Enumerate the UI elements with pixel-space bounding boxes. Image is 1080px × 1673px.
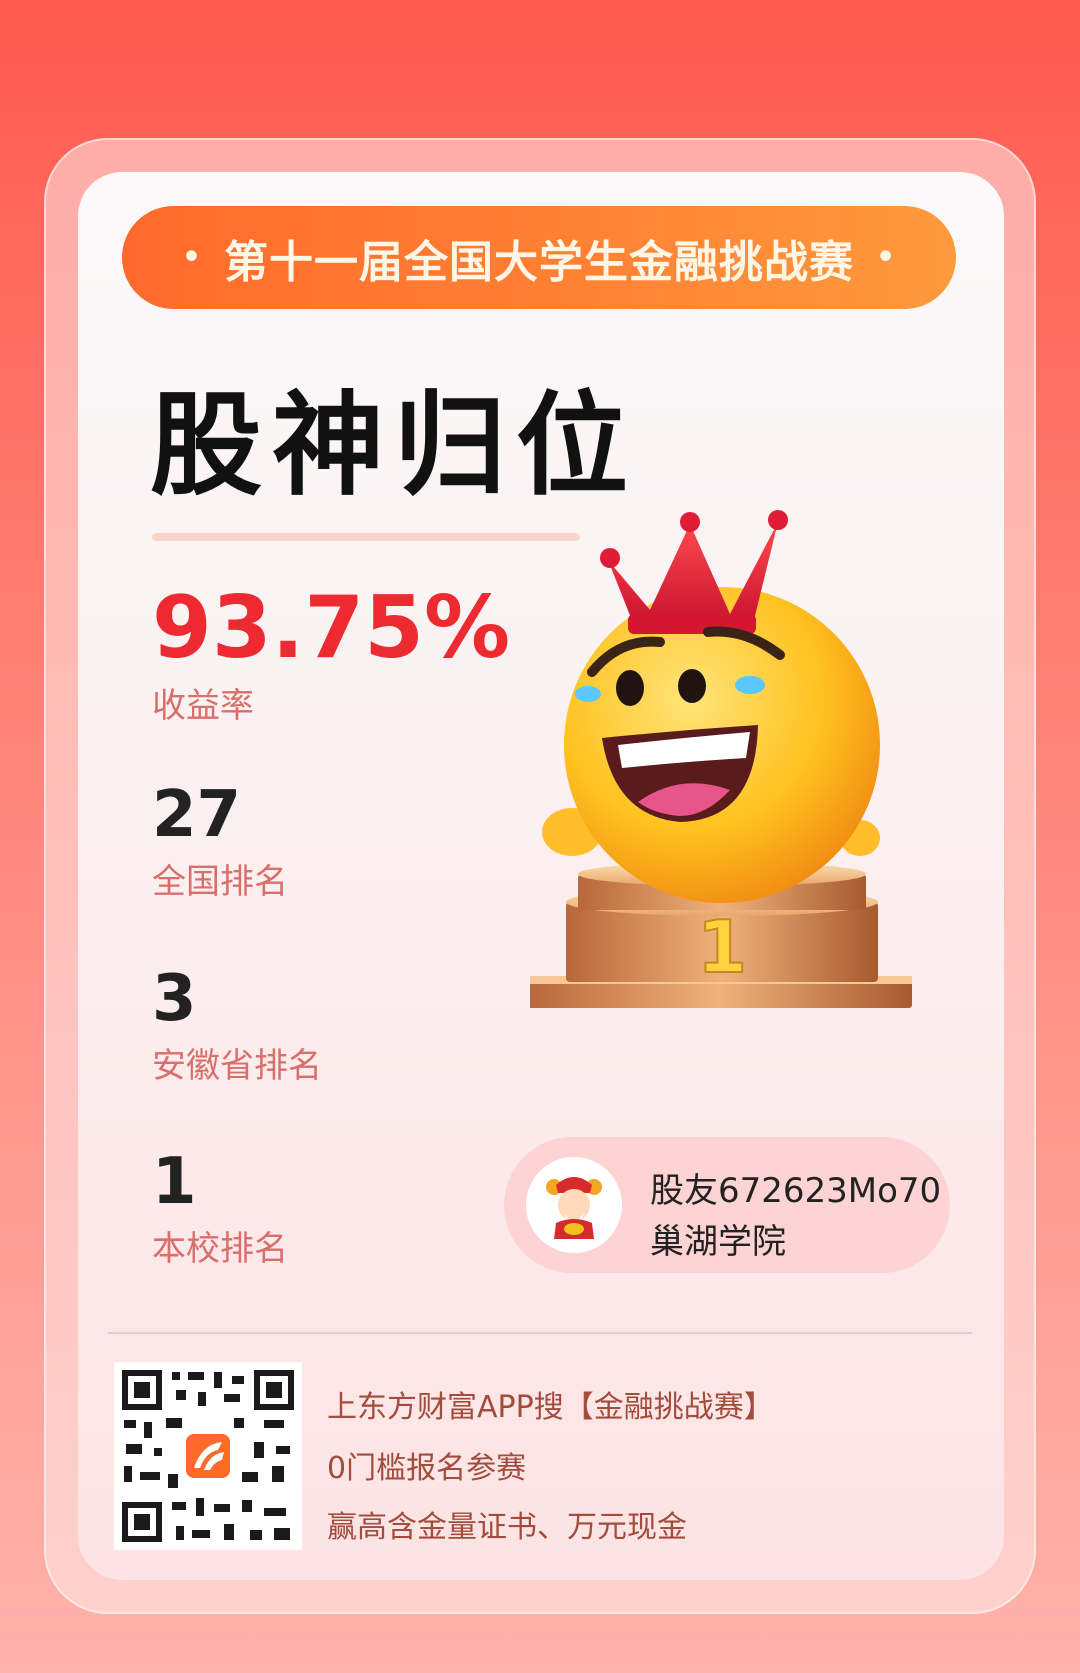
yield-value: 93.75%: [152, 578, 511, 678]
banner-dot-left: •: [181, 240, 202, 275]
podium-number: 1: [697, 905, 747, 989]
promo-line-register: 0门槛报名参赛: [327, 1451, 527, 1486]
national-rank-value: 27: [152, 778, 242, 852]
section-divider: [108, 1332, 972, 1334]
national-rank-label: 全国排名: [152, 862, 288, 902]
yield-stat: 93.75% 收益率: [152, 585, 510, 723]
user-school: 巢湖学院: [650, 1222, 786, 1262]
qr-code-icon[interactable]: [114, 1362, 302, 1550]
promo-line-reward: 赢高含金量证书、万元现金: [327, 1510, 687, 1545]
province-rank-stat: 3 安徽省排名: [152, 967, 322, 1083]
god-of-wealth-avatar-icon: [546, 1177, 602, 1239]
national-rank-stat: 27 全国排名: [152, 783, 288, 899]
crowned-emoji-mascot-icon: 1: [530, 510, 912, 1008]
competition-banner: • 第十一届全国大学生金融挑战赛 •: [122, 206, 956, 309]
user-name: 股友672623Mo70: [650, 1171, 942, 1211]
province-rank-value: 3: [152, 962, 197, 1036]
title-underline: [152, 533, 580, 541]
promo-line-search: 上东方财富APP搜【金融挑战赛】: [327, 1390, 774, 1425]
banner-dot-right: •: [876, 240, 897, 275]
page-title: 股神归位: [150, 381, 638, 511]
province-rank-label: 安徽省排名: [152, 1046, 322, 1086]
school-rank-label: 本校排名: [152, 1229, 288, 1269]
banner-title: 第十一届全国大学生金融挑战赛: [224, 236, 854, 288]
yield-label: 收益率: [152, 686, 254, 726]
school-rank-stat: 1 本校排名: [152, 1150, 288, 1266]
user-avatar: [526, 1157, 622, 1253]
school-rank-value: 1: [152, 1145, 197, 1219]
